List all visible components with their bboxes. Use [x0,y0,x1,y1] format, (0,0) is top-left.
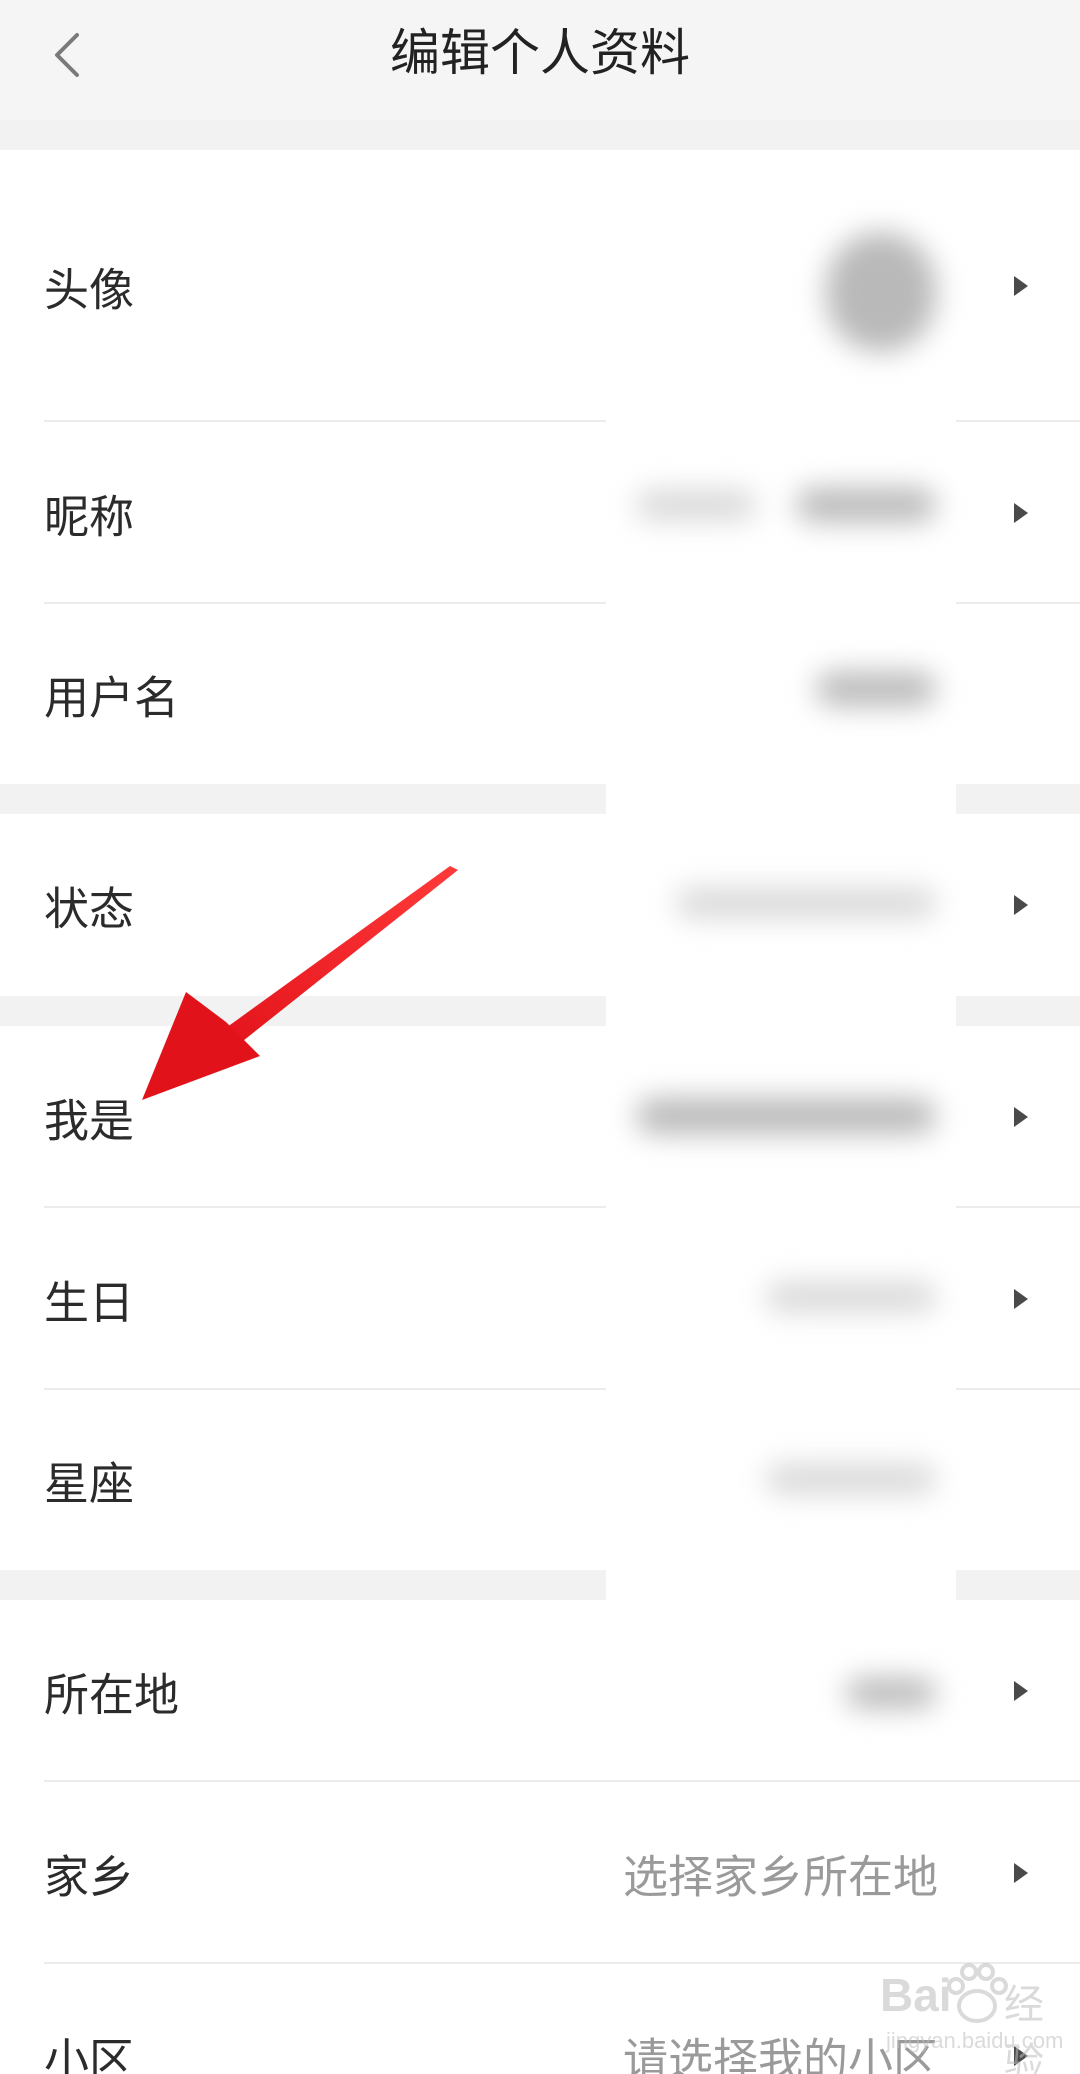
chevron-right-icon [1014,1681,1028,1701]
chevron-right-icon [1014,1863,1028,1883]
chevron-right-icon [1014,895,1028,915]
row-label-nickname: 昵称 [44,490,135,544]
blurred-zodiac [766,1464,936,1494]
blurred-status [676,888,936,918]
row-label-status: 状态 [44,882,135,936]
page-title: 编辑个人资料 [390,24,690,82]
row-label-avatar: 头像 [44,263,135,317]
row-label-hometown: 家乡 [44,1850,135,1904]
row-hometown[interactable]: 家乡 选择家乡所在地 [0,1782,1080,1964]
edit-profile-screen: 编辑个人资料 头像 昵称 用户名 状态 我是 生日 星座 所在地 家乡 选择家乡… [0,0,1080,2074]
blurred-username [816,672,936,706]
chevron-right-icon [1014,1107,1028,1127]
chevron-right-icon [1014,1289,1028,1309]
row-label-community: 小区 [44,2033,135,2074]
blurred-nickname [636,490,756,520]
row-label-location: 所在地 [44,1668,180,1722]
row-label-birthday: 生日 [44,1276,135,1330]
baidu-jingyan-watermark: Bai 经验 jingyan.baidu.com [880,1960,1080,2074]
row-label-zodiac: 星座 [44,1457,135,1511]
chevron-right-icon [1014,276,1028,296]
watermark-brand: Bai [880,1969,952,2021]
blurred-location [846,1678,936,1708]
privacy-blur-overlay [606,212,956,1708]
watermark-brand-suffix: 经验 [1004,1983,1044,2074]
row-label-username: 用户名 [44,671,180,725]
blurred-identity [636,1098,936,1134]
blurred-avatar [826,232,936,352]
top-bar: 编辑个人资料 [0,0,1080,120]
chevron-right-icon [1014,503,1028,523]
paw-icon [947,1963,1008,2023]
blurred-birthday [766,1282,936,1312]
watermark-url: jingyan.baidu.com [886,2028,1064,2053]
row-label-identity: 我是 [44,1094,135,1148]
annotation-arrow [142,866,458,1100]
hometown-placeholder: 选择家乡所在地 [622,1850,938,1904]
blurred-nickname [796,488,936,522]
